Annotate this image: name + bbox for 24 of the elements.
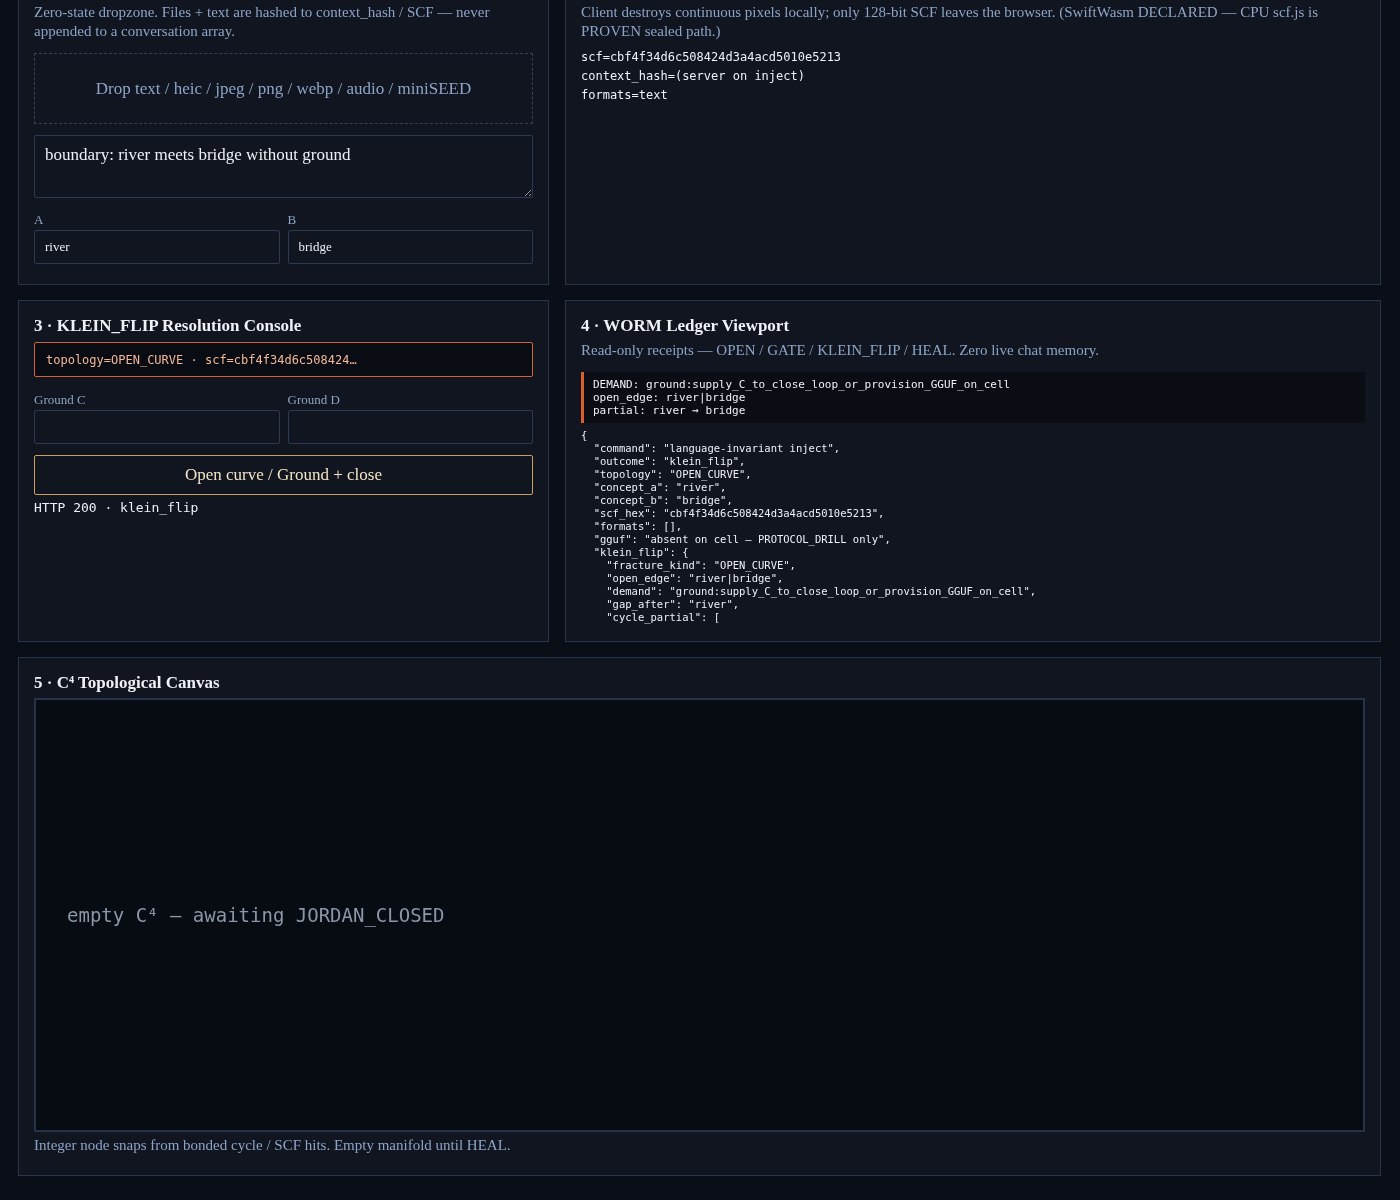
input-field[interactable]	[287, 410, 533, 444]
text-area[interactable]: boundary: river meets bridge without ground	[34, 135, 533, 198]
field-label: A	[34, 212, 44, 228]
input-field[interactable]: bridge	[287, 230, 533, 264]
dropzone[interactable]: Drop text / heic / jpeg / png / webp / audio / miniSEED	[34, 53, 533, 124]
panel-description: Client destroys continuous pixels locally; only 128-bit SCF leaves the browser. (SwiftWasm DECLARED — CPU scf.js is PROVEN sealed path.)	[581, 3, 1320, 41]
panel-title: 4 · WORM Ledger Viewport	[581, 315, 790, 337]
panel-description: Read-only receipts — OPEN / GATE / KLEIN_FLIP / HEAL. Zero live chat memory.	[581, 341, 1099, 360]
field-label: Ground C	[34, 392, 86, 408]
input-field[interactable]	[34, 410, 280, 444]
http-status: HTTP 200 · klein_flip	[34, 499, 199, 517]
ground-close-button[interactable]: Open curve / Ground + close	[34, 455, 533, 495]
receipt-json: { "command": "language-invariant inject", "outcome": "klein_flip", "topology": "OPEN_CURVE", "concept_a": "river", "concept_b": "bridge", "scf_hex": "cbf4f34d6c508424d3a4acd5010e5213", "formats": [], "gguf": "absent on cell — PROTOCOL_DRILL only", "klein_flip": { "fracture_kind": "OPEN_CURVE", "open_edge": "river|bridge", "demand": "ground:supply_C_to_close_loop_or_provision_GGUF_on_cell", "gap_after": "river", "cycle_partial": [	[581, 429, 1037, 624]
demand-callout: DEMAND: ground:supply_C_to_close_loop_or_provision_GGUF_on_cell open_edge: river|bridge partial: river → bridge	[581, 372, 1365, 423]
field-label: Ground D	[287, 392, 340, 408]
canvas-message: empty C⁴ — awaiting JORDAN_CLOSED	[67, 902, 445, 929]
topology-alert: topology=OPEN_CURVE · scf=cbf4f34d6c508424…	[34, 342, 533, 377]
scf-output: scf=cbf4f34d6c508424d3a4acd5010e5213 context_hash=(server on inject) formats=text	[581, 49, 842, 104]
panel-title: 5 · C⁴ Topological Canvas	[34, 672, 220, 694]
panel-title: 3 · KLEIN_FLIP Resolution Console	[34, 315, 302, 337]
canvas-caption: Integer node snaps from bonded cycle / SCF hits. Empty manifold until HEAL.	[34, 1136, 511, 1155]
panel-description: Zero-state dropzone. Files + text are hashed to context_hash / SCF — never appended to a conversation array.	[34, 3, 491, 41]
input-field[interactable]: river	[34, 230, 280, 264]
field-label: B	[287, 212, 297, 228]
